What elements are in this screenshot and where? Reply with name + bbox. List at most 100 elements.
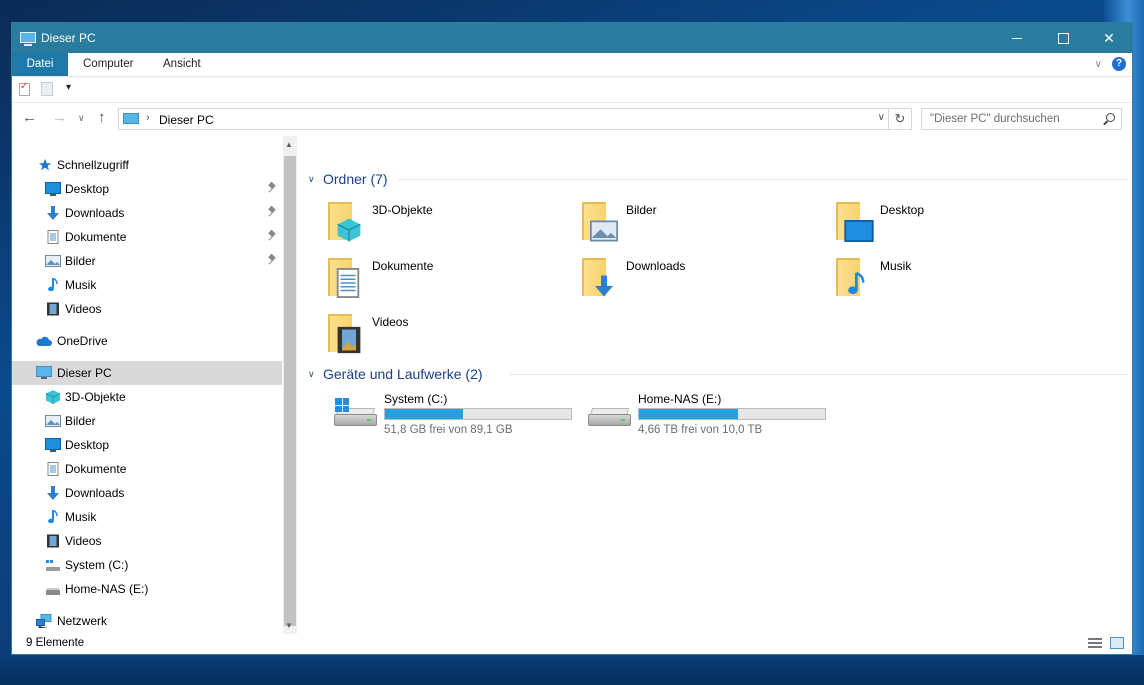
folder-tile-downloads[interactable]: Downloads (578, 254, 818, 304)
group-divider (398, 179, 1128, 180)
recent-locations-button[interactable]: ∨ (78, 113, 85, 124)
scroll-up-icon[interactable]: ▲ (285, 140, 293, 149)
breadcrumb[interactable]: Dieser PC (159, 113, 214, 127)
cube-icon (337, 218, 361, 242)
sidebar-label: Downloads (65, 486, 125, 500)
sidebar-item-system-c[interactable]: System (C:) (12, 553, 282, 577)
pin-icon[interactable] (268, 231, 276, 241)
quick-access-toolbar: ▾ (12, 77, 1132, 103)
refresh-button[interactable]: ↻ (888, 109, 911, 129)
close-button[interactable]: ✕ (1086, 23, 1132, 53)
ribbon-tabs: Datei Computer Ansicht (12, 53, 1132, 77)
sidebar-item-pictures-pinned[interactable]: Bilder (12, 249, 282, 273)
folder-name: Videos (372, 315, 409, 329)
sidebar-label: Videos (65, 534, 102, 548)
sidebar-item-videos[interactable]: Videos (12, 297, 282, 321)
desktop-taskbar-area (0, 655, 1144, 685)
sidebar-item-3d-objects[interactable]: 3D-Objekte (12, 385, 282, 409)
sidebar-item-downloads-pinned[interactable]: Downloads (12, 201, 282, 225)
sidebar-item-this-pc[interactable]: Dieser PC (12, 361, 282, 385)
new-folder-icon[interactable] (41, 82, 53, 96)
collapse-chevron-icon[interactable]: ∨ (308, 369, 315, 380)
tab-computer[interactable]: Computer (73, 53, 144, 76)
folder-icon (582, 202, 618, 242)
folder-name: Dokumente (372, 259, 434, 273)
folder-name: Desktop (880, 203, 925, 217)
item-count: 9 Elemente (26, 637, 85, 649)
sidebar-label: Downloads (65, 206, 125, 220)
details-view-icon[interactable] (1088, 638, 1102, 650)
large-icons-view-icon[interactable] (1110, 637, 1124, 649)
navigation-scrollbar[interactable]: ▲ ▼ (283, 136, 297, 634)
scrollbar-thumb[interactable] (284, 156, 296, 626)
tab-datei[interactable]: Datei (12, 53, 68, 76)
system-drive-icon (46, 560, 60, 571)
pin-icon[interactable] (268, 255, 276, 265)
download-arrow-icon (595, 275, 613, 297)
sidebar-item-downloads[interactable]: Downloads (12, 481, 282, 505)
sidebar-label: Bilder (65, 414, 96, 428)
document-icon (47, 230, 59, 244)
address-dropdown-icon[interactable]: ∨ (878, 112, 885, 123)
sidebar-label: Dieser PC (57, 366, 112, 380)
sidebar-item-quick-access[interactable]: Schnellzugriff (12, 153, 282, 177)
tab-ansicht[interactable]: Ansicht (153, 53, 211, 76)
sidebar-label: Desktop (65, 182, 110, 196)
sidebar-item-network[interactable]: Netzwerk (12, 609, 282, 633)
sidebar-label: Dokumente (65, 230, 127, 244)
back-button[interactable]: ← (22, 109, 37, 126)
scroll-down-icon[interactable]: ▼ (285, 621, 293, 630)
title-bar[interactable]: Dieser PC ✕ (12, 23, 1132, 53)
expand-ribbon-icon[interactable]: ∨ (1095, 59, 1102, 70)
folder-tile-desktop[interactable]: Desktop (832, 198, 1072, 248)
drive-usage-fill (639, 409, 738, 419)
folder-tile-pictures[interactable]: Bilder (578, 198, 818, 248)
breadcrumb-chevron-icon[interactable]: › (146, 112, 150, 124)
sidebar-label: 3D-Objekte (65, 390, 126, 404)
folder-tile-music[interactable]: Musik (832, 254, 1072, 304)
sidebar-item-home-nas-e[interactable]: Home-NAS (E:) (12, 577, 282, 601)
search-input[interactable]: "Dieser PC" durchsuchen (921, 108, 1122, 130)
folder-tile-videos[interactable]: Videos (324, 310, 564, 360)
film-icon (47, 302, 59, 316)
cloud-icon (36, 336, 52, 346)
group-title: Ordner (7) (323, 171, 388, 187)
folder-name: 3D-Objekte (372, 203, 433, 217)
sidebar-item-music[interactable]: Musik (12, 273, 282, 297)
help-icon[interactable]: ? (1112, 57, 1126, 71)
maximize-button[interactable] (1040, 23, 1086, 53)
sidebar-item-onedrive[interactable]: OneDrive (12, 329, 282, 353)
film-icon (47, 534, 59, 548)
folder-icon (582, 258, 613, 298)
folder-tile-3d-objects[interactable]: 3D-Objekte (324, 198, 564, 248)
folder-icon (836, 258, 866, 298)
drive-tile-home-nas-e[interactable]: Home-NAS (E:) 4,66 TB frei von 10,0 TB (588, 392, 838, 444)
properties-icon[interactable] (19, 81, 30, 96)
up-button[interactable]: ↑ (98, 109, 106, 126)
drive-free-space: 4,66 TB frei von 10,0 TB (638, 424, 763, 436)
computer-icon (20, 32, 36, 46)
sidebar-item-videos-pc[interactable]: Videos (12, 529, 282, 553)
pin-icon[interactable] (268, 207, 276, 217)
folder-name: Downloads (626, 259, 686, 273)
collapse-chevron-icon[interactable]: ∨ (308, 174, 315, 185)
minimize-button[interactable] (994, 23, 1040, 53)
sidebar-item-music-pc[interactable]: Musik (12, 505, 282, 529)
picture-icon (45, 255, 61, 267)
search-icon (1106, 113, 1115, 122)
sidebar-item-pictures[interactable]: Bilder (12, 409, 282, 433)
pin-icon[interactable] (268, 183, 276, 193)
group-divider (510, 374, 1128, 375)
sidebar-item-desktop-pinned[interactable]: Desktop (12, 177, 282, 201)
computer-icon (123, 113, 139, 124)
network-icon (36, 614, 52, 628)
sidebar-item-documents[interactable]: Dokumente (12, 457, 282, 481)
sidebar-item-documents-pinned[interactable]: Dokumente (12, 225, 282, 249)
address-bar[interactable]: › Dieser PC ∨ ↻ (118, 108, 912, 130)
forward-button[interactable]: → (52, 109, 67, 126)
drive-usage-bar (638, 408, 826, 420)
sidebar-item-desktop[interactable]: Desktop (12, 433, 282, 457)
folder-tile-documents[interactable]: Dokumente (324, 254, 564, 304)
customize-toolbar-icon[interactable]: ▾ (66, 82, 71, 93)
drive-tile-system-c[interactable]: System (C:) 51,8 GB frei von 89,1 GB (334, 392, 584, 444)
